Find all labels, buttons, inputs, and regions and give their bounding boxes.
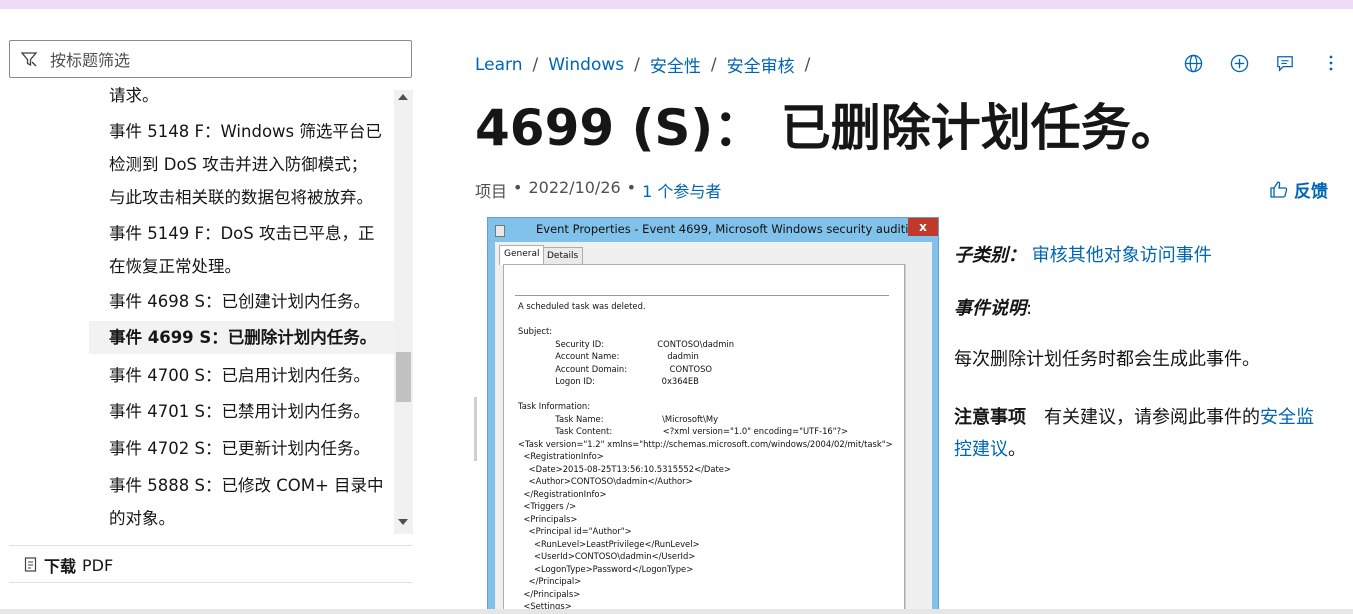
divider: [9, 545, 412, 546]
page-title: 4699 (S)： 已删除计划任务。: [475, 99, 1181, 157]
toc-item-4702[interactable]: 事件 4702 S：已更新计划内任务。: [109, 432, 370, 465]
top-accent-bar: [0, 0, 1353, 9]
toc-scrollbar[interactable]: [394, 90, 413, 534]
dialog-scrollbar: [905, 264, 924, 613]
breadcrumb-separator: /: [804, 54, 811, 75]
toc-item-4701[interactable]: 事件 4701 S：已禁用计划内任务。: [109, 395, 370, 428]
event-details-text: A scheduled task was deleted. Subject: S…: [518, 301, 893, 611]
event-description-colon: :: [1026, 298, 1033, 319]
feedback-button[interactable]: 反馈: [1270, 177, 1328, 202]
more-actions-button[interactable]: [1308, 52, 1353, 74]
scroll-down-arrow-icon[interactable]: [398, 519, 408, 525]
breadcrumb: Learn / Windows / 安全性 / 安全审核 /: [475, 52, 811, 78]
divider: [9, 582, 412, 583]
dialog-title: Event Properties - Event 4699, Microsoft…: [536, 222, 927, 236]
note-end: 。: [1008, 439, 1026, 460]
plus-circle-icon: [1230, 54, 1248, 72]
pdf-label: PDF: [82, 555, 114, 575]
feedback-comment-button[interactable]: [1262, 52, 1308, 74]
page-actions: [1170, 52, 1353, 74]
download-pdf-link[interactable]: 下载 PDF: [24, 553, 113, 577]
article-type: 项目: [475, 182, 508, 201]
dialog-body: Details General A scheduled task was del…: [495, 242, 932, 613]
subcategory-link[interactable]: 审核其他对象访问事件: [1032, 245, 1212, 266]
tab-general: General: [499, 245, 545, 265]
feedback-label: 反馈: [1294, 182, 1328, 202]
comment-icon: [1277, 56, 1293, 72]
breadcrumb-windows[interactable]: Windows: [548, 55, 624, 75]
article-meta: 项目 • 2022/10/26 • 1 个参与者: [475, 178, 721, 202]
note-key: 注意事项: [954, 407, 1026, 428]
event-description-heading: 事件说明:: [954, 294, 1032, 320]
filter-box[interactable]: [9, 40, 412, 78]
dialog-divider: [515, 295, 889, 296]
article-date: 2022/10/26: [528, 178, 621, 197]
event-description-text: 每次删除计划任务时都会生成此事件。: [954, 349, 1260, 370]
image-edge-marker: [474, 397, 477, 461]
toc-item-5888[interactable]: 事件 5888 S：已修改 COM+ 目录中 的对象。: [109, 469, 384, 534]
filter-icon: [21, 52, 37, 67]
bottom-edge: [0, 609, 1353, 614]
note-paragraph: 注意事项 有关建议，请参阅此事件的安全监控建议。: [954, 402, 1329, 466]
event-description-key: 事件说明: [954, 298, 1026, 319]
globe-icon: [1184, 54, 1202, 72]
breadcrumb-learn[interactable]: Learn: [475, 55, 523, 75]
contributors-link[interactable]: 1 个参与者: [642, 178, 721, 202]
toc-item-request[interactable]: 请求。: [109, 82, 159, 112]
add-to-collection-button[interactable]: [1216, 52, 1262, 74]
toc-item-5149[interactable]: 事件 5149 F：DoS 攻击已平息，正 在恢复正常处理。: [109, 217, 375, 283]
window-icon: [495, 225, 505, 237]
breadcrumb-security-auditing[interactable]: 安全审核: [727, 52, 795, 77]
table-of-contents: 请求。 事件 5148 F：Windows 筛选平台已 检测到 DoS 攻击并进…: [89, 82, 394, 534]
more-icon: [1329, 55, 1333, 71]
event-properties-screenshot: Event Properties - Event 4699, Microsoft…: [487, 217, 939, 614]
breadcrumb-separator: /: [634, 54, 640, 75]
dialog-close-icon: x: [908, 218, 938, 236]
toc-item-4698[interactable]: 事件 4698 S：已创建计划内任务。: [109, 285, 370, 318]
language-button[interactable]: [1170, 52, 1216, 74]
meta-dot: •: [513, 178, 523, 197]
toc-item-4699-selected[interactable]: 事件 4699 S：已删除计划内任务。: [89, 321, 394, 354]
toc-item-4700[interactable]: 事件 4700 S：已启用计划内任务。: [109, 359, 370, 392]
breadcrumb-separator: /: [710, 54, 717, 75]
note-text: 有关建议，请参阅此事件的: [1044, 407, 1260, 428]
toc-item-5148[interactable]: 事件 5148 F：Windows 筛选平台已 检测到 DoS 攻击并进入防御模…: [109, 115, 382, 214]
tab-details: Details: [542, 247, 584, 265]
pdf-label-bold: 下载: [44, 557, 77, 576]
scrollbar-thumb[interactable]: [396, 352, 411, 402]
scroll-up-arrow-icon[interactable]: [398, 94, 408, 100]
subcategory-line: 子类别： 审核其他对象访问事件: [954, 241, 1212, 267]
subcategory-key: 子类别：: [954, 245, 1026, 266]
meta-dot: •: [626, 178, 637, 197]
breadcrumb-separator: /: [532, 54, 539, 75]
pdf-icon: [24, 557, 37, 572]
dialog-panel: A scheduled task was deleted. Subject: S…: [503, 264, 905, 613]
breadcrumb-security[interactable]: 安全性: [650, 52, 701, 77]
filter-input[interactable]: [48, 46, 402, 74]
thumbs-up-icon: [1270, 181, 1288, 198]
